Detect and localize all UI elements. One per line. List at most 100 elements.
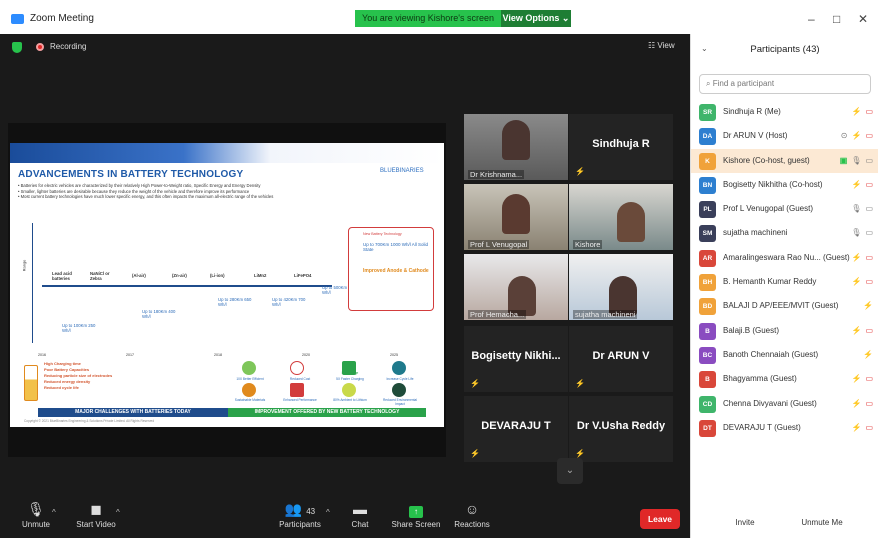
participant-row[interactable]: BN Bogisetty Nikhitha (Co-host) ⚡ ▭ xyxy=(691,173,878,197)
video-tile[interactable]: sujatha machineni xyxy=(569,254,673,320)
avatar: BD xyxy=(699,298,716,316)
mic-off-icon: ⚡ xyxy=(575,167,585,176)
mic-on-icon: 🎙 xyxy=(851,204,862,214)
tile-name: Dr Krishnama... xyxy=(468,170,525,179)
meeting-area: Recording ☷ View ADVANCEMENTS IN BATTERY… xyxy=(0,34,690,538)
encryption-shield-icon[interactable] xyxy=(12,42,22,53)
sustainable-icon xyxy=(242,383,256,397)
video-tile[interactable]: Bogisetty Nikhi... ⚡ xyxy=(464,326,568,392)
leave-button[interactable]: Leave xyxy=(640,509,680,529)
audio-options-caret-icon[interactable]: ^ xyxy=(52,508,56,517)
mic-off-icon: ⚡ xyxy=(575,449,585,458)
slide-title: ADVANCEMENTS IN BATTERY TECHNOLOGY xyxy=(18,169,244,180)
participant-row[interactable]: SR Sindhuja R (Me) ⚡ ▭ xyxy=(691,100,878,124)
new-battery-improvement: Improved Anode & Cathode xyxy=(363,268,429,274)
participant-row[interactable]: DA Dr ARUN V (Host) ⊙ ⚡ ▭ xyxy=(691,124,878,148)
improvement-item: Reduced Cost xyxy=(289,377,311,381)
panel-header: ⌄ Participants (43) xyxy=(691,34,878,62)
video-off-icon: ▭ xyxy=(865,107,873,116)
participant-row[interactable]: BD BALAJI D AP/EEE/MVIT (Guest) ⚡ xyxy=(691,294,878,318)
avatar: CD xyxy=(699,395,716,413)
video-options-caret-icon[interactable]: ^ xyxy=(116,508,120,517)
reactions-button[interactable]: ☺ Reactions xyxy=(442,498,502,529)
video-tile-active-speaker[interactable]: Kishore xyxy=(569,184,673,250)
video-tile[interactable]: Prof L Venugopal xyxy=(464,184,568,250)
video-tile[interactable]: Sindhuja R ⚡ xyxy=(569,114,673,180)
panel-title: Participants (43) xyxy=(750,44,820,55)
range-step: Up to 280Km 650 Wh/l xyxy=(218,297,252,307)
participant-name: Prof L Venugopal (Guest) xyxy=(723,204,813,214)
year-label: 2017 xyxy=(126,353,134,357)
share-screen-label: Share Screen xyxy=(391,520,441,529)
participant-row[interactable]: B Bhagyamma (Guest) ⚡ ▭ xyxy=(691,367,878,391)
participant-name: B. Hemanth Kumar Reddy xyxy=(723,277,817,287)
share-screen-button[interactable]: ↑ Share Screen xyxy=(386,498,446,529)
meeting-status-row: Recording ☷ View xyxy=(0,34,690,58)
participant-name: Dr ARUN V (Host) xyxy=(723,131,788,141)
view-button[interactable]: ☷ View xyxy=(648,41,675,50)
mic-on-icon: 🎙 xyxy=(851,155,862,165)
new-battery-title: New Battery Technology xyxy=(363,232,402,236)
year-label: 2016 xyxy=(38,353,46,357)
mic-off-icon: ⚡ xyxy=(863,349,873,359)
invite-button[interactable]: Invite xyxy=(727,514,763,532)
video-off-icon: ▭ xyxy=(865,179,873,189)
avatar: BC xyxy=(699,346,716,364)
video-tile[interactable]: Dr ARUN V ⚡ xyxy=(569,326,673,392)
slide-logo: BLUEBINARIES xyxy=(380,168,424,174)
mic-off-icon: ⚡ xyxy=(851,422,862,432)
participant-row[interactable]: BC Banoth Chennaiah (Guest) ⚡ xyxy=(691,343,878,367)
participant-status-icons: ▣ 🎙 ▭ xyxy=(840,156,873,165)
minimize-button[interactable]: – xyxy=(808,12,815,26)
participant-status-icons: ⚡ ▭ xyxy=(851,253,873,262)
participant-row[interactable]: PL Prof L Venugopal (Guest) 🎙 ▭ xyxy=(691,197,878,221)
chat-label: Chat xyxy=(351,520,369,529)
meeting-toolbar: 🎙 Unmute ^ ◼ Start Video ^ 👥 43 Particip… xyxy=(0,496,690,538)
timeline-years: 2016 2017 2018 2020 2025 xyxy=(38,353,398,357)
share-screen-icon: ↑ xyxy=(386,498,446,520)
avatar: DA xyxy=(699,128,716,146)
mic-off-icon: 🎙 xyxy=(27,501,45,517)
participant-name: Kishore (Co-host, guest) xyxy=(723,155,810,165)
participant-row[interactable]: SM sujatha machineni 🎙 ▭ xyxy=(691,221,878,245)
panel-footer: Invite Unmute Me xyxy=(691,510,878,538)
presentation-slide: ADVANCEMENTS IN BATTERY TECHNOLOGY BLUEB… xyxy=(10,143,444,427)
participant-name: sujatha machineni xyxy=(723,228,788,238)
mic-off-icon: ⚡ xyxy=(470,449,480,458)
search-input[interactable]: ⌕ Find a participant xyxy=(699,74,871,94)
participants-button[interactable]: 👥 43 Participants xyxy=(270,498,330,529)
unmute-me-button[interactable]: Unmute Me xyxy=(795,514,849,532)
start-video-label: Start Video xyxy=(76,520,116,529)
close-button[interactable]: ✕ xyxy=(858,12,868,26)
participant-row[interactable]: B Balaji.B (Guest) ⚡ ▭ xyxy=(691,319,878,343)
tile-name: Prof L Venugopal xyxy=(468,240,530,249)
video-tile[interactable]: Prof Hemacha... xyxy=(464,254,568,320)
participant-name: BALAJI D AP/EEE/MVIT (Guest) xyxy=(723,301,839,311)
video-tile[interactable]: Dr Krishnama... xyxy=(464,114,568,180)
battery-type: NaNiCl or Zebra xyxy=(90,271,110,281)
participant-row[interactable]: BH B. Hemanth Kumar Reddy ⚡ ▭ xyxy=(691,270,878,294)
participant-row[interactable]: DT DEVARAJU T (Guest) ⚡ ▭ xyxy=(691,416,878,440)
avatar: SM xyxy=(699,225,716,243)
participants-icon: 👥 43 xyxy=(284,501,316,517)
chat-button[interactable]: ▬ Chat xyxy=(330,498,390,529)
participant-row[interactable]: CD Chenna Divyavani (Guest) ⚡ ▭ xyxy=(691,392,878,416)
gallery-scroll-down-icon[interactable]: ⌄ xyxy=(557,458,583,484)
view-options-button[interactable]: View Options ⌄ xyxy=(501,10,571,27)
mic-on-icon: 🎙 xyxy=(851,228,862,238)
range-axis-label: Range xyxy=(21,259,27,272)
unmute-button[interactable]: 🎙 Unmute xyxy=(6,498,66,529)
participants-panel: ⌄ Participants (43) ⌕ Find a participant… xyxy=(690,34,878,538)
improvement-banner: IMPROVEMENT OFFERED BY NEW BATTERY TECHN… xyxy=(228,408,426,417)
participant-row[interactable]: AR Amaralingeswara Rao Nu... (Guest) ⚡ ▭ xyxy=(691,246,878,270)
video-tile[interactable]: DEVARAJU T ⚡ xyxy=(464,396,568,462)
video-off-icon: ▭ xyxy=(865,398,873,408)
participant-row[interactable]: K Kishore (Co-host, guest) ▣ 🎙 ▭ xyxy=(691,148,878,173)
avatar: B xyxy=(699,322,716,340)
avatar: PL xyxy=(699,201,716,219)
video-tile[interactable]: Dr V.Usha Reddy ⚡ xyxy=(569,396,673,462)
avatar: BH xyxy=(699,274,716,292)
challenges-banner: MAJOR CHALLENGES WITH BATTERIES TODAY xyxy=(38,408,228,417)
maximize-button[interactable]: □ xyxy=(833,12,840,26)
participant-status-icons: ⚡ xyxy=(863,350,873,359)
